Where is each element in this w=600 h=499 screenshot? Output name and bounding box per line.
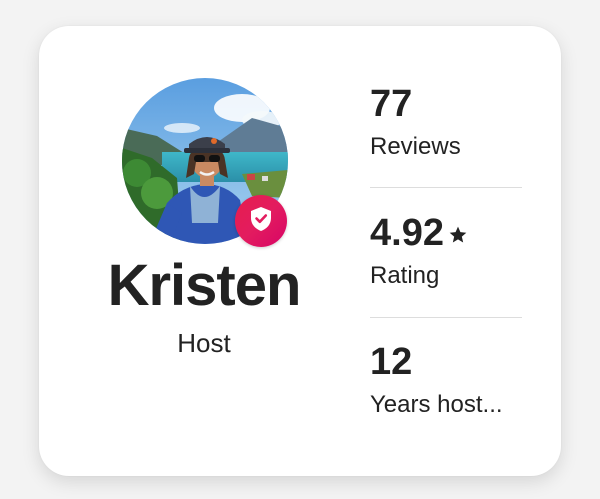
verified-shield-icon	[249, 206, 273, 237]
divider	[370, 187, 522, 188]
host-identity: Kristen Host	[39, 26, 369, 476]
stat-years-hosting: 12 Years host...	[370, 340, 522, 420]
divider	[370, 317, 522, 318]
host-name: Kristen	[107, 253, 302, 318]
stat-rating: 4.92 Rating	[370, 211, 522, 291]
stat-label: Rating	[370, 262, 440, 289]
stat-reviews: 77 Reviews	[370, 82, 522, 162]
stat-label: Reviews	[370, 133, 461, 160]
stat-value: 77	[370, 82, 522, 126]
rating-value: 4.92	[370, 212, 444, 254]
verified-badge	[235, 195, 287, 247]
avatar-container	[122, 78, 288, 247]
host-stats: 77 Reviews 4.92 Rating 12 Years host...	[370, 26, 522, 476]
host-profile-card[interactable]: Kristen Host 77 Reviews 4.92 Rating 12 Y…	[39, 26, 561, 476]
years-count: 12	[370, 341, 413, 383]
stat-value: 4.92	[370, 211, 522, 255]
star-icon	[448, 211, 468, 255]
host-role: Host	[177, 328, 231, 358]
stat-value: 12	[370, 340, 522, 384]
reviews-count: 77	[370, 83, 413, 125]
stat-label: Years host...	[370, 391, 503, 418]
